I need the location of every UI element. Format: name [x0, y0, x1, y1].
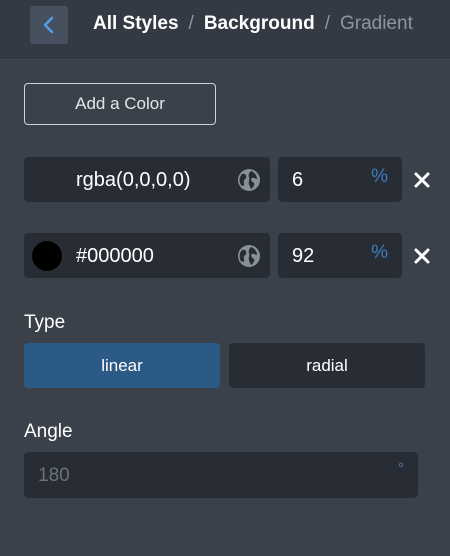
- angle-value: 180: [38, 465, 70, 486]
- gradient-editor-panel: All Styles / Background / Gradient Add a…: [0, 0, 450, 556]
- breadcrumb-gradient: Gradient: [339, 13, 413, 34]
- type-linear-button[interactable]: linear: [24, 343, 220, 388]
- breadcrumb: All Styles / Background / Gradient: [93, 13, 413, 35]
- color-stop-1-position[interactable]: 6 %: [278, 157, 402, 202]
- color-swatch[interactable]: [32, 241, 62, 271]
- percent-unit: %: [371, 166, 388, 187]
- angle-input[interactable]: 180 °: [24, 452, 418, 498]
- close-icon[interactable]: [413, 171, 431, 189]
- color-stop-1-value: rgba(0,0,0,0): [76, 169, 191, 191]
- globe-icon[interactable]: [237, 244, 261, 268]
- color-stop-2-position[interactable]: 92 %: [278, 233, 402, 278]
- angle-label: Angle: [24, 421, 73, 442]
- header-bar: All Styles / Background / Gradient: [0, 0, 450, 57]
- breadcrumb-background[interactable]: Background: [204, 13, 315, 35]
- close-icon[interactable]: [413, 247, 431, 265]
- degree-unit: °: [398, 460, 404, 477]
- percent-unit: %: [371, 242, 388, 263]
- type-label: Type: [24, 312, 66, 333]
- header-divider: [0, 57, 450, 58]
- globe-icon[interactable]: [237, 168, 261, 192]
- breadcrumb-separator: /: [188, 13, 194, 34]
- position-value: 92: [292, 245, 315, 267]
- back-button[interactable]: [30, 6, 68, 44]
- chevron-left-icon: [43, 16, 54, 34]
- color-swatch[interactable]: [32, 165, 62, 195]
- position-value: 6: [292, 169, 304, 191]
- breadcrumb-all-styles[interactable]: All Styles: [93, 13, 179, 35]
- add-color-button[interactable]: Add a Color: [24, 83, 216, 125]
- color-stop-2-field[interactable]: #000000: [24, 233, 270, 278]
- type-radial-button[interactable]: radial: [229, 343, 425, 388]
- color-stop-1-field[interactable]: rgba(0,0,0,0): [24, 157, 270, 202]
- breadcrumb-separator: /: [324, 13, 330, 34]
- color-stop-2-value: #000000: [76, 245, 154, 267]
